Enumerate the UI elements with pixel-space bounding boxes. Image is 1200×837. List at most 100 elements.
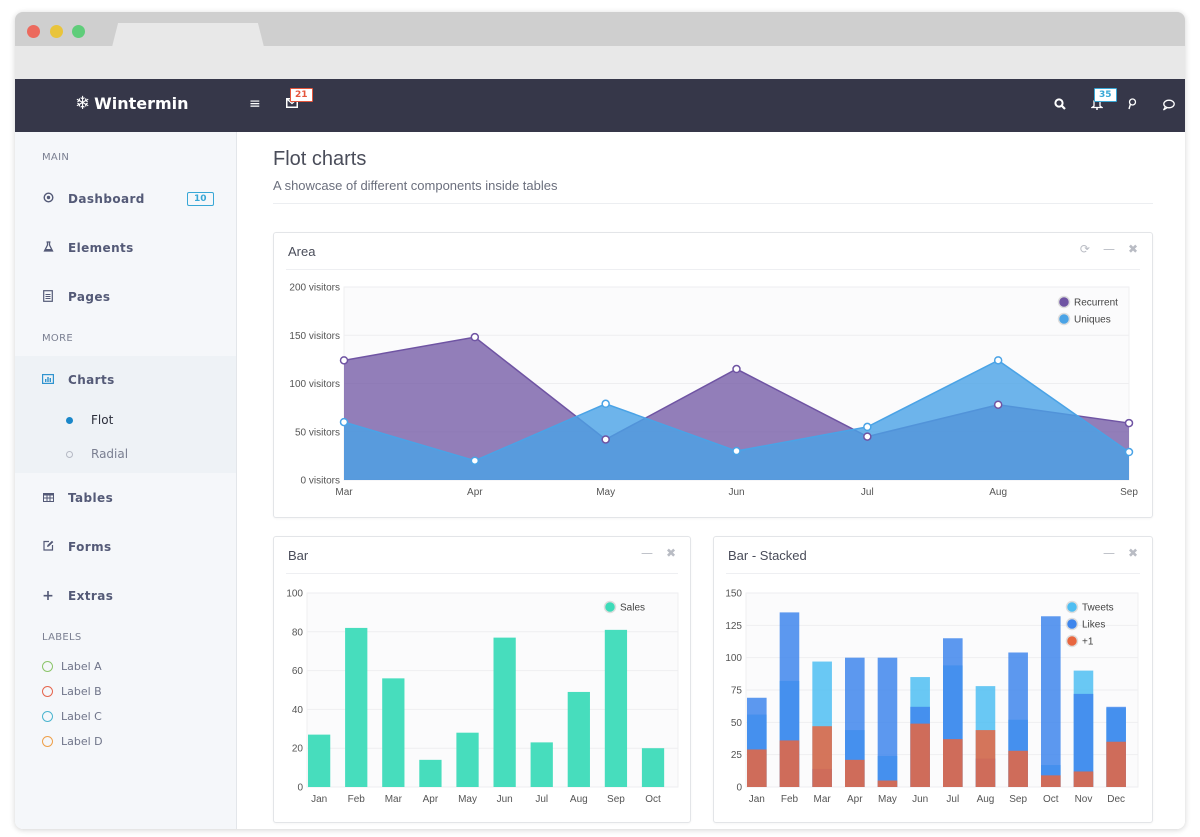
sidebar-item-label: Pages (68, 290, 111, 304)
minimize-icon[interactable]: — (1103, 242, 1115, 256)
bar-feb (345, 627, 368, 787)
data-point (601, 435, 610, 444)
snowflake-icon: ❄ (75, 92, 91, 114)
maximize-window-button[interactable] (72, 25, 85, 38)
minimize-window-button[interactable] (50, 25, 63, 38)
legend-label: Recurrent (1074, 298, 1118, 309)
y-tick-label: 100 visitors (289, 379, 340, 390)
y-tick-label: 50 (731, 718, 743, 729)
data-point (470, 332, 480, 342)
y-tick-label: 100 (286, 589, 303, 600)
search-icon[interactable] (1054, 98, 1066, 113)
panel-divider (726, 573, 1140, 574)
bar-chart-icon (42, 373, 55, 387)
legend-swatch (1057, 312, 1071, 326)
label-b[interactable]: Label B (42, 685, 102, 698)
browser-toolbar (15, 46, 1185, 79)
speech-bubble-icon[interactable] (1162, 99, 1175, 114)
x-tick-label: Sep (1009, 794, 1027, 805)
label-a[interactable]: Label A (42, 660, 102, 673)
data-point (1124, 447, 1134, 457)
minimize-icon[interactable]: — (641, 546, 653, 560)
y-tick-label: 50 visitors (295, 427, 340, 438)
x-tick-label: Apr (423, 794, 439, 805)
x-tick-label: Mar (385, 794, 403, 805)
legend-swatch (1065, 600, 1079, 614)
bar-plus1-feb (779, 740, 800, 787)
x-tick-label: Mar (335, 487, 353, 498)
x-tick-label: Oct (1043, 794, 1059, 805)
panel-divider (286, 573, 678, 574)
browser-window: ❄ Wintermin ≡ 21 35 MAIN Dashboard 10 El… (15, 12, 1185, 829)
sidebar-subitem-flot[interactable]: Flot (15, 408, 236, 432)
minimize-icon[interactable]: — (1103, 546, 1115, 560)
legend-label: Likes (1082, 620, 1105, 631)
legend-swatch (1065, 634, 1079, 648)
label-text: Label D (61, 735, 103, 748)
close-window-button[interactable] (27, 25, 40, 38)
refresh-icon[interactable]: ⟳ (1080, 242, 1090, 256)
stacked-bar-chart: 0 25 50 75 100 125 150 Jan Feb Mar Apr May Jun Jul Aug… (725, 589, 1139, 805)
x-tick-label: Aug (570, 794, 588, 805)
x-tick-label: May (878, 794, 897, 805)
label-d[interactable]: Label D (42, 735, 103, 748)
page-title: Flot charts (273, 148, 367, 170)
legend-swatch (603, 600, 617, 614)
dashboard-badge: 10 (187, 192, 214, 206)
close-icon[interactable]: ✖ (666, 546, 676, 560)
sidebar-subitem-label: Flot (91, 413, 114, 427)
sidebar-item-tables[interactable]: Tables (15, 483, 236, 513)
x-tick-label: Jul (946, 794, 959, 805)
table-icon (42, 492, 54, 505)
x-tick-label: Aug (989, 487, 1007, 498)
sidebar-item-label: Extras (68, 589, 114, 603)
label-c[interactable]: Label C (42, 710, 102, 723)
area-chart: 0 visitors 50 visitors 100 visitors 150 vis… (289, 283, 1138, 499)
help-icon[interactable] (1127, 98, 1137, 113)
x-tick-label: Jun (497, 794, 513, 805)
browser-tab[interactable] (112, 23, 264, 47)
plus-icon: + (42, 588, 54, 604)
label-text: Label B (61, 685, 102, 698)
brand-logo[interactable]: ❄ Wintermin (75, 94, 189, 113)
flask-icon (42, 241, 54, 255)
x-tick-label: Dec (1107, 794, 1125, 805)
target-icon (42, 192, 54, 206)
data-point (470, 456, 480, 465)
label-ring-icon (42, 661, 53, 672)
x-tick-label: Apr (847, 794, 863, 805)
sidebar-section-more: MORE (42, 333, 73, 344)
sidebar-item-charts[interactable]: Charts (15, 365, 236, 395)
x-tick-label: Nov (1075, 794, 1093, 805)
data-point (339, 417, 349, 427)
bar-jun (493, 637, 516, 787)
y-tick-label: 0 (736, 783, 742, 794)
x-tick-label: Apr (467, 487, 483, 498)
sidebar-item-elements[interactable]: Elements (15, 233, 236, 263)
sidebar-item-extras[interactable]: + Extras (15, 581, 236, 611)
x-tick-label: Jul (535, 794, 548, 805)
sidebar-item-pages[interactable]: Pages (15, 282, 236, 312)
x-tick-label: Sep (607, 794, 625, 805)
x-tick-label: May (458, 794, 477, 805)
bar-chart-panel: Bar — ✖ 0 20 40 60 80 100 Jan Feb Mar Apr May Jun Ju… (273, 536, 691, 823)
sidebar-item-forms[interactable]: Forms (15, 532, 236, 562)
panel-divider (286, 269, 1140, 270)
bar-plus1-may (877, 780, 898, 787)
sidebar-subitem-radial[interactable]: Radial (15, 442, 236, 466)
sidebar-subitem-label: Radial (91, 447, 129, 461)
y-tick-label: 150 visitors (289, 331, 340, 342)
bar-apr (419, 759, 442, 787)
panel-title: Bar - Stacked (728, 548, 807, 563)
bar-jul (530, 742, 553, 787)
close-icon[interactable]: ✖ (1128, 546, 1138, 560)
brand-name: Wintermin (94, 94, 189, 113)
data-point (863, 422, 872, 432)
close-icon[interactable]: ✖ (1128, 242, 1138, 256)
bar-plus1-oct (1041, 775, 1061, 787)
sidebar-item-dashboard[interactable]: Dashboard 10 (15, 184, 236, 214)
bar-plus1-jan (747, 749, 767, 787)
hamburger-icon[interactable]: ≡ (249, 97, 261, 111)
data-point (993, 400, 1003, 409)
panel-tools: ⟳ — ✖ (1080, 242, 1138, 256)
